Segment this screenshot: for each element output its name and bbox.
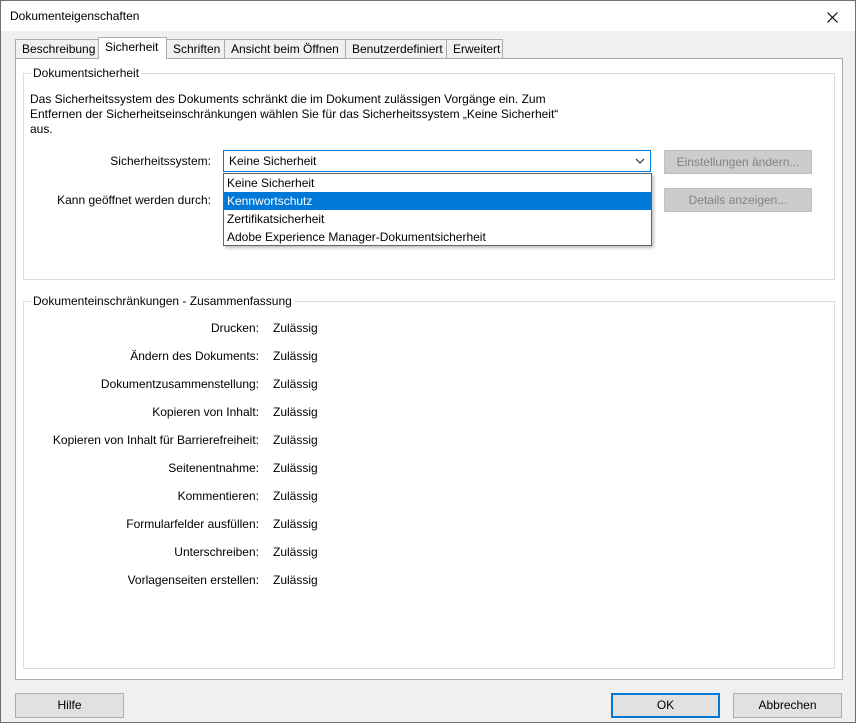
restriction-label: Kommentieren: <box>177 489 259 503</box>
chevron-down-icon[interactable] <box>630 151 650 171</box>
restriction-label: Dokumentzusammenstellung: <box>100 377 259 391</box>
help-button[interactable]: Hilfe <box>15 693 124 718</box>
security-description: Das Sicherheitssystem des Dokuments schr… <box>30 92 559 136</box>
change-settings-button[interactable]: Einstellungen ändern... <box>664 150 812 174</box>
close-button[interactable] <box>809 1 855 31</box>
tab-benutzerdefiniert[interactable]: Benutzerdefiniert <box>345 39 447 58</box>
security-system-dropdown: Keine Sicherheit Kennwortschutz Zertifik… <box>223 173 652 246</box>
restriction-value: Zulässig <box>273 545 318 559</box>
restriction-value: Zulässig <box>273 405 318 419</box>
security-system-value: Keine Sicherheit <box>229 154 317 168</box>
dialog-window: Dokumenteigenschaften Beschreibung Siche… <box>0 0 856 723</box>
title-bar: Dokumenteigenschaften <box>1 1 855 31</box>
tab-sicherheit[interactable]: Sicherheit <box>98 37 167 59</box>
option-kennwortschutz[interactable]: Kennwortschutz <box>224 192 651 210</box>
close-icon <box>826 11 838 23</box>
restriction-value: Zulässig <box>273 573 318 587</box>
window-title: Dokumenteigenschaften <box>10 9 140 23</box>
document-security-title: Dokumentsicherheit <box>31 66 142 80</box>
option-zertifikatsicherheit[interactable]: Zertifikatsicherheit <box>224 210 651 228</box>
restriction-label: Formularfelder ausfüllen: <box>126 517 259 531</box>
restriction-label: Seitenentnahme: <box>168 461 259 475</box>
restriction-label: Kopieren von Inhalt: <box>152 405 259 419</box>
cancel-button[interactable]: Abbrechen <box>733 693 842 718</box>
restriction-label: Unterschreiben: <box>174 545 259 559</box>
option-keine-sicherheit[interactable]: Keine Sicherheit <box>224 174 651 192</box>
restriction-value: Zulässig <box>273 433 318 447</box>
option-aem-dokumentsicherheit[interactable]: Adobe Experience Manager-Dokumentsicherh… <box>224 228 651 246</box>
restriction-value: Zulässig <box>273 461 318 475</box>
show-details-button[interactable]: Details anzeigen... <box>664 188 812 212</box>
restriction-value: Zulässig <box>273 349 318 363</box>
restrictions-title: Dokumenteinschränkungen - Zusammenfassun… <box>31 294 294 308</box>
tab-beschreibung[interactable]: Beschreibung <box>15 39 99 58</box>
restriction-value: Zulässig <box>273 517 318 531</box>
opened-by-label: Kann geöffnet werden durch: <box>57 193 211 207</box>
restriction-label: Kopieren von Inhalt für Barrierefreiheit… <box>52 433 259 447</box>
security-system-select[interactable]: Keine Sicherheit <box>223 150 651 172</box>
restriction-value: Zulässig <box>273 321 318 335</box>
restriction-label: Vorlagenseiten erstellen: <box>127 573 259 587</box>
security-system-label: Sicherheitssystem: <box>110 154 211 168</box>
ok-button[interactable]: OK <box>611 693 720 718</box>
restriction-label: Drucken: <box>210 321 259 335</box>
tab-schriften[interactable]: Schriften <box>166 39 225 58</box>
restriction-value: Zulässig <box>273 489 318 503</box>
restriction-label: Ändern des Dokuments: <box>130 349 259 363</box>
tab-ansicht-beim-oeffnen[interactable]: Ansicht beim Öffnen <box>224 39 346 58</box>
tab-erweitert[interactable]: Erweitert <box>446 39 503 58</box>
restriction-value: Zulässig <box>273 377 318 391</box>
